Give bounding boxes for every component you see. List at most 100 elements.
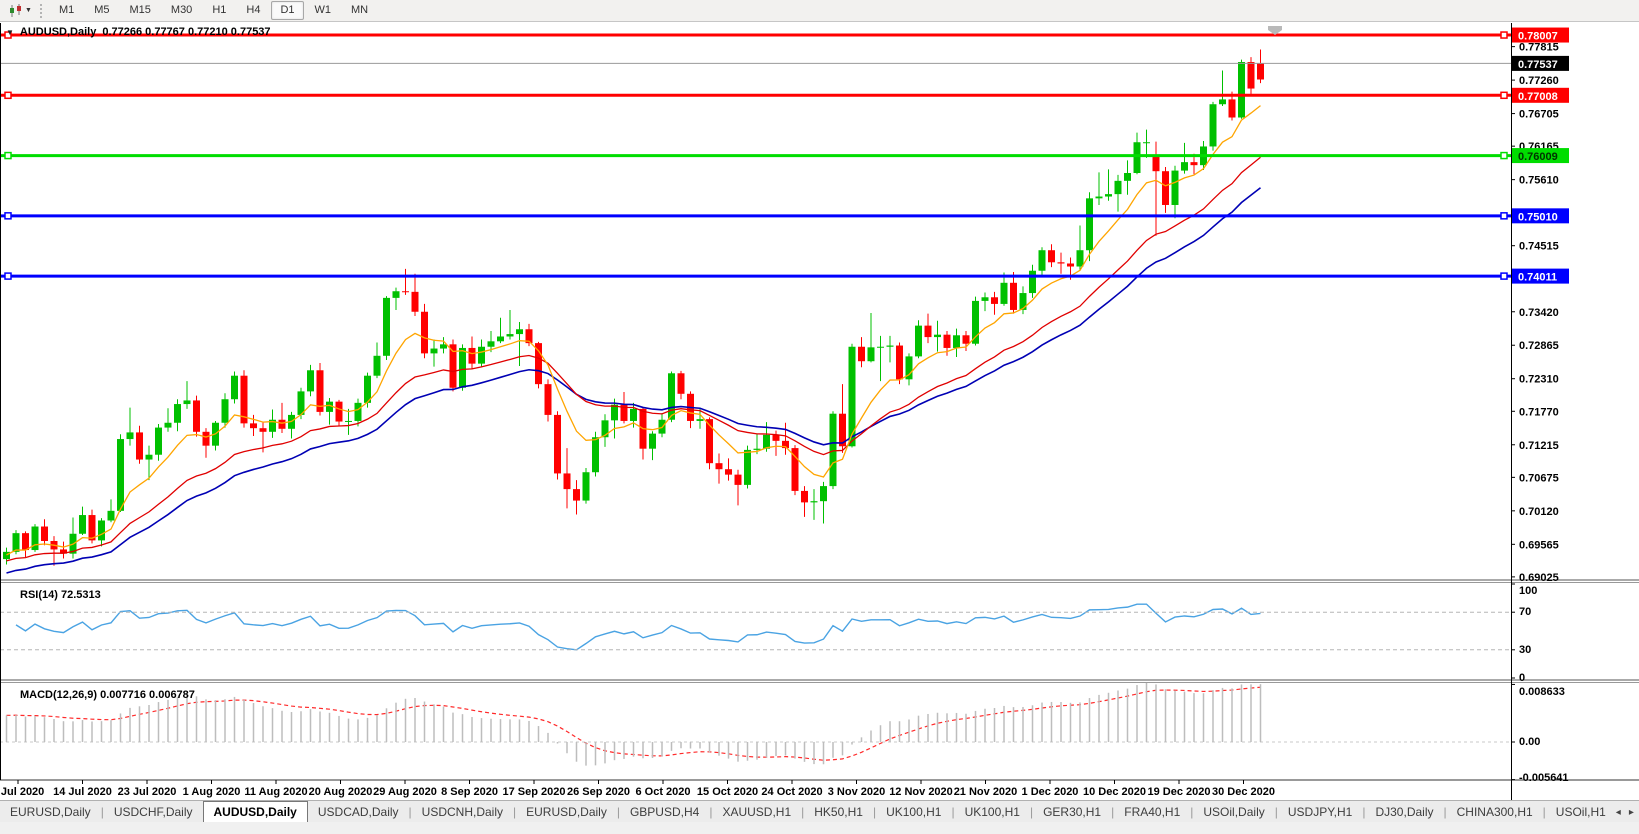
date-tick-label: 10 Dec 2020 — [1083, 786, 1146, 798]
date-tick-label: 4 Jul 2020 — [0, 786, 44, 798]
price-tick-label: 0.74515 — [1519, 241, 1559, 253]
timeframe-button-h1[interactable]: H1 — [203, 1, 235, 20]
hline-handle[interactable] — [4, 212, 12, 220]
timeframe-button-m30[interactable]: M30 — [162, 1, 201, 20]
timeframe-button-m1[interactable]: M1 — [50, 1, 83, 20]
candlestick-tool-icon — [10, 3, 21, 17]
candle-body — [1171, 170, 1179, 205]
tab-fra40-h1[interactable]: FRA40,H1 — [1114, 802, 1190, 823]
rsi-tick-label: 30 — [1519, 644, 1531, 656]
candle-body — [744, 449, 751, 485]
candle-body — [1086, 198, 1093, 251]
candle-body — [392, 291, 400, 298]
candle-body — [696, 419, 704, 421]
tab-uk100-h1[interactable]: UK100,H1 — [876, 802, 951, 823]
tab-gbpusd-h4[interactable]: GBPUSD,H4 — [620, 802, 709, 823]
date-tick-label: 30 Dec 2020 — [1212, 786, 1275, 798]
candle-body — [107, 510, 115, 521]
candle-body — [126, 432, 134, 440]
timeframe-button-m15[interactable]: M15 — [121, 1, 160, 20]
hline-handle[interactable] — [4, 91, 12, 100]
candle-body — [1114, 180, 1122, 195]
candle-body — [896, 345, 903, 380]
tab-eurusd-daily[interactable]: EURUSD,Daily — [0, 802, 101, 823]
candle-body — [41, 526, 48, 541]
tab-usoil-h1[interactable]: USOil,H1 — [1546, 802, 1616, 823]
date-tick-label: 12 Nov 2020 — [889, 786, 953, 798]
candle-body — [478, 346, 485, 364]
hline-handle[interactable] — [1500, 212, 1508, 220]
tab-xauusd-h1[interactable]: XAUUSD,H1 — [712, 802, 801, 823]
chart-canvas[interactable]: 0.778150.772600.767050.761650.756100.745… — [0, 23, 1639, 800]
timeframe-button-m5[interactable]: M5 — [85, 1, 118, 20]
chart-tabs-bar: EURUSD,Daily | USDCHF,Daily AUDUSD,Daily USD… — [0, 800, 1639, 823]
candle-body — [22, 533, 29, 551]
hline-handle[interactable] — [1500, 151, 1508, 160]
tab-usdchf-daily[interactable]: USDCHF,Daily — [104, 802, 203, 823]
tab-hk50-h1[interactable]: HK50,H1 — [804, 802, 873, 823]
tabs-scroll-right-icon[interactable]: ▸ — [1629, 807, 1634, 818]
tab-ger30-h1[interactable]: GER30,H1 — [1033, 802, 1111, 823]
chart-title-ohlc: 0.77266 0.77767 0.77210 0.77537 — [102, 26, 271, 38]
candle-body — [145, 454, 153, 460]
hline-handle[interactable] — [1500, 91, 1508, 100]
date-tick-label: 1 Aug 2020 — [183, 786, 241, 798]
rsi-indicator-label: RSI(14) 72.5313 — [20, 589, 101, 601]
tab-usdcad-daily[interactable]: USDCAD,Daily — [308, 802, 409, 823]
candle-body — [1228, 99, 1236, 118]
date-tick-label: 21 Nov 2020 — [954, 786, 1018, 798]
chart-title: ▼ AUDUSD,Daily 0.77266 0.77767 0.77210 0… — [6, 26, 271, 38]
candle-body — [763, 434, 770, 449]
candle-body — [430, 348, 438, 354]
date-tick-label: 17 Sep 2020 — [503, 786, 566, 798]
current-price-badge: 0.77537 — [1518, 59, 1558, 71]
tab-eurusd-daily[interactable]: EURUSD,Daily — [516, 802, 617, 823]
tab-china300-h1[interactable]: CHINA300,H1 — [1447, 802, 1543, 823]
timeframe-button-w1[interactable]: W1 — [306, 1, 341, 20]
candle-body — [535, 343, 542, 385]
price-tick-label: 0.69025 — [1519, 572, 1559, 584]
candle-body — [991, 297, 998, 304]
candle-body — [383, 297, 390, 356]
candle-body — [753, 448, 761, 450]
tab-usdjpy-h1[interactable]: USDJPY,H1 — [1278, 802, 1362, 823]
candle-body — [117, 439, 124, 511]
tabs-scroll-left-icon[interactable]: ◂ — [1616, 807, 1621, 818]
candle-body — [573, 489, 580, 501]
hline-handle[interactable] — [4, 272, 12, 280]
timeframe-button-mn[interactable]: MN — [342, 1, 377, 20]
candle-body — [1162, 171, 1169, 205]
candle-body — [867, 347, 875, 362]
candle-body — [202, 431, 210, 446]
candle-body — [725, 469, 732, 475]
candle-body — [1038, 250, 1046, 271]
timeframe-button-d1[interactable]: D1 — [271, 1, 304, 20]
hline-handle[interactable] — [1500, 31, 1508, 39]
price-tick-label: 0.77260 — [1519, 75, 1559, 87]
tab-audusd-daily[interactable]: AUDUSD,Daily — [202, 801, 308, 823]
price-tick-label: 0.69565 — [1519, 539, 1559, 551]
tab-usdcnh-daily[interactable]: USDCNH,Daily — [412, 802, 513, 823]
tab-usoil-daily[interactable]: USOil,Daily — [1193, 802, 1274, 823]
candle-body — [1048, 250, 1055, 263]
price-tick-label: 0.71215 — [1519, 440, 1559, 452]
price-tick-label: 0.70120 — [1519, 506, 1559, 518]
hline-handle[interactable] — [1500, 272, 1508, 280]
tab-dj30-daily[interactable]: DJ30,Daily — [1365, 802, 1443, 823]
candle-body — [373, 355, 381, 376]
timeframe-button-h4[interactable]: H4 — [237, 1, 269, 20]
candle-body — [649, 433, 656, 449]
statusbar-strip — [0, 822, 1639, 834]
candle-body — [354, 402, 362, 421]
candle-body — [1143, 142, 1150, 144]
hline-handle[interactable] — [4, 151, 12, 160]
price-tick-label: 0.71770 — [1519, 406, 1559, 418]
candle-body — [801, 490, 808, 503]
candle-body — [164, 422, 172, 428]
chart-cursor-tool[interactable]: ▼ — [4, 2, 36, 20]
candle-body — [1124, 173, 1131, 181]
tab-uk100-h1[interactable]: UK100,H1 — [955, 802, 1030, 823]
date-tick-label: 23 Jul 2020 — [118, 786, 177, 798]
candle-body — [1133, 142, 1141, 174]
collapse-triangle-icon[interactable]: ▼ — [6, 28, 14, 37]
